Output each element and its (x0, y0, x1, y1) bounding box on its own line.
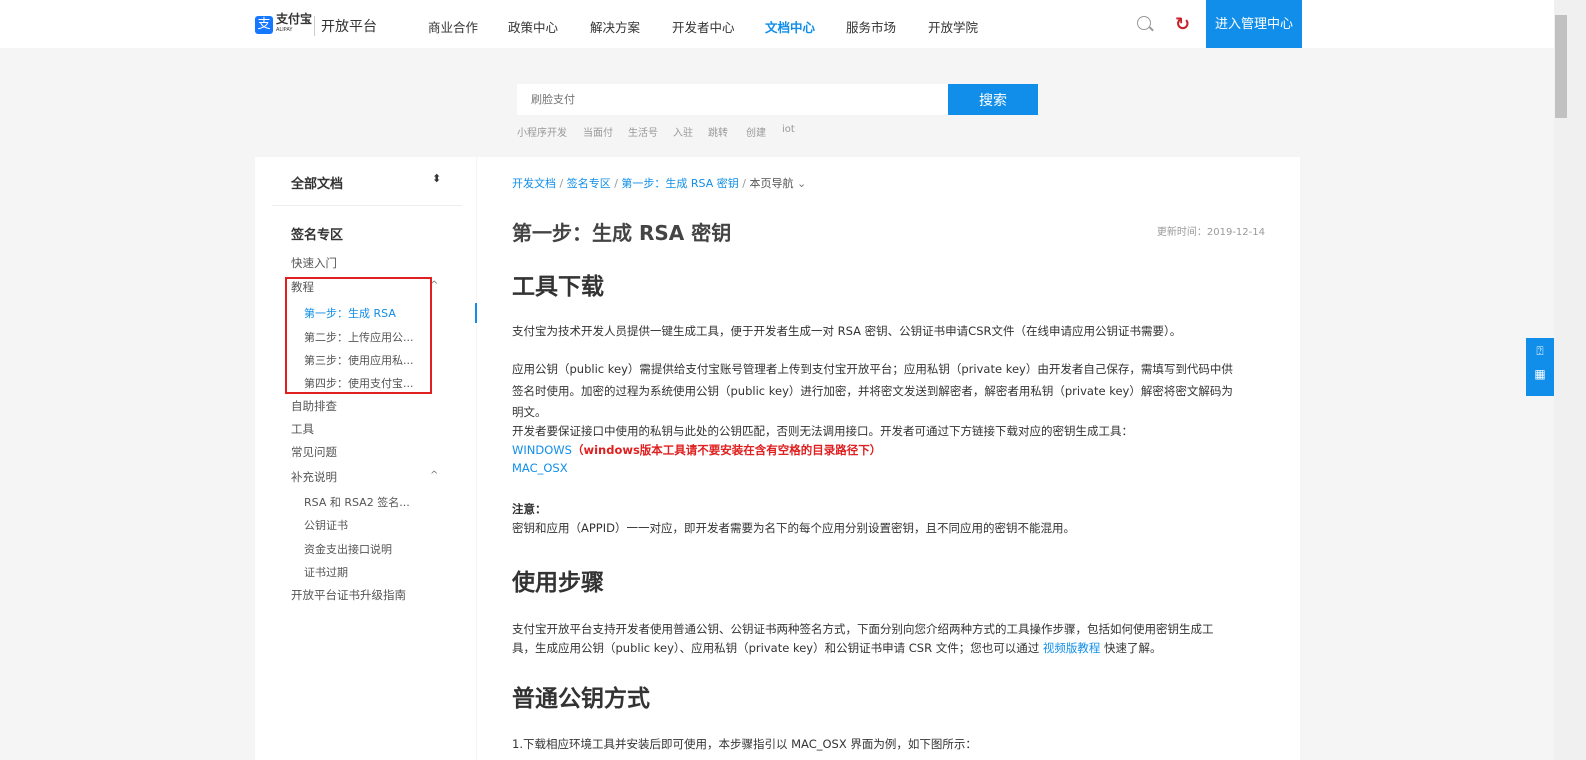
nav-developer[interactable]: 开发者中心 (672, 17, 735, 36)
sort-arrows-icon[interactable]: ⬍ (432, 172, 441, 185)
search-button[interactable]: 搜索 (948, 84, 1038, 115)
windows-download-link[interactable]: WINDOWS (512, 443, 572, 457)
note-text: 密钥和应用（APPID）一一对应，即开发者需要为名下的每个应用分别设置密钥，且不… (512, 521, 1075, 535)
sidebar-item-tools[interactable]: 工具 (291, 421, 314, 437)
sidebar-item-expire[interactable]: 证书过期 (304, 564, 348, 580)
sidebar-item-faq[interactable]: 常见问题 (291, 444, 337, 460)
alipay-logo-icon[interactable]: 支 (255, 16, 273, 34)
sidebar-item-supplement[interactable]: 补充说明 (291, 469, 337, 485)
sidebar-item-quickstart[interactable]: 快速入门 (291, 255, 337, 271)
search-tag[interactable]: 当面付 (583, 124, 613, 139)
breadcrumb-step1[interactable]: 第一步：生成 RSA 密钥 (621, 177, 738, 190)
mac-download-link[interactable]: MAC_OSX (512, 461, 568, 475)
paragraph: 具，生成应用公钥（public key）、应用私钥（private key）和公… (512, 641, 1043, 655)
paragraph: 开发者要保证接口中使用的私钥与此处的公钥匹配，否则无法调用接口。开发者可通过下方… (512, 424, 1133, 438)
highlight-box (285, 277, 432, 394)
nav-solutions[interactable]: 解决方案 (590, 17, 640, 36)
chevron-down-icon[interactable]: ⌄ (793, 177, 806, 190)
partner-logo-icon[interactable]: ↻ (1175, 16, 1195, 34)
step-text: 1.下载相应环境工具并安装后即可使用，本步骤指引以 MAC_OSX 界面为例，如… (512, 737, 977, 751)
floating-toolbar: ⍰ ▦ (1526, 338, 1554, 396)
feedback-icon[interactable]: ⍰ (1526, 344, 1554, 359)
search-tag[interactable]: 小程序开发 (517, 124, 567, 139)
paragraph: 支付宝为技术开发人员提供一键生成工具，便于开发者生成一对 RSA 密钥、公钥证书… (512, 324, 1182, 338)
sidebar (255, 157, 476, 760)
logo-sub: ALIPAY (276, 27, 293, 33)
chevron-up-icon[interactable]: ^ (430, 470, 438, 481)
page-title: 第一步：生成 RSA 密钥 (512, 221, 732, 245)
paragraph: 签名时使用。加密的过程为系统使用公钥（public key）进行加密，并将密文发… (512, 384, 1233, 398)
nav-policy[interactable]: 政策中心 (508, 17, 558, 36)
qrcode-icon[interactable]: ▦ (1526, 367, 1554, 381)
nav-academy[interactable]: 开放学院 (928, 17, 978, 36)
paragraph: 应用公钥（public key）需提供给支付宝账号管理者上传到支付宝开放平台；应… (512, 362, 1233, 376)
sidebar-item-troubleshoot[interactable]: 自助排查 (291, 398, 337, 414)
doc-selector[interactable]: 全部文档 (291, 173, 343, 192)
sidebar-item-fund[interactable]: 资金支出接口说明 (304, 541, 392, 557)
brand-name[interactable]: 开放平台 (314, 16, 377, 36)
search-icon[interactable] (1137, 16, 1151, 30)
sidebar-item-rsa2[interactable]: RSA 和 RSA2 签名... (304, 494, 410, 510)
divider (272, 205, 462, 206)
windows-note: （windows版本工具请不要安装在含有空格的目录路径下） (571, 443, 882, 457)
nav-market[interactable]: 服务市场 (846, 17, 896, 36)
heading-tools: 工具下载 (512, 274, 604, 300)
update-time: 更新时间：2019-12-14 (1156, 227, 1265, 238)
scrollbar-thumb[interactable] (1555, 15, 1567, 118)
section-title: 签名专区 (291, 228, 344, 243)
search-tag[interactable]: iot (782, 124, 795, 135)
nav-business[interactable]: 商业合作 (428, 17, 478, 36)
doc-content (477, 157, 1300, 760)
search-tag[interactable]: 生活号 (628, 124, 658, 139)
heading-steps: 使用步骤 (512, 570, 604, 596)
heading-normal-key: 普通公钥方式 (512, 686, 650, 712)
paragraph: 明文。 (512, 405, 547, 419)
search-input[interactable] (517, 84, 948, 115)
nav-docs[interactable]: 文档中心 (765, 17, 815, 36)
breadcrumb-docs[interactable]: 开发文档 (512, 177, 556, 190)
paragraph: 支付宝开放平台支持开发者使用普通公钥、公钥证书两种签名方式，下面分别向您介绍两种… (512, 622, 1214, 636)
enter-management-button[interactable]: 进入管理中心 (1206, 0, 1302, 48)
paragraph: 快速了解。 (1100, 641, 1162, 655)
search-tag[interactable]: 入驻 (673, 124, 693, 139)
active-indicator (475, 303, 477, 323)
note-title: 注意： (512, 502, 547, 516)
breadcrumb-sign[interactable]: 签名专区 (567, 177, 611, 190)
sidebar-item-upgrade[interactable]: 开放平台证书升级指南 (291, 587, 406, 603)
sidebar-item-cert[interactable]: 公钥证书 (304, 517, 348, 533)
video-tutorial-link[interactable]: 视频版教程 (1043, 641, 1101, 655)
logo-text[interactable]: 支付宝 (276, 13, 312, 25)
search-tag[interactable]: 跳转 (708, 124, 728, 139)
page-nav-dropdown[interactable]: 本页导航 (749, 177, 793, 190)
search-tag[interactable]: 创建 (746, 124, 766, 139)
breadcrumb: 开发文档 / 签名专区 / 第一步：生成 RSA 密钥 / 本页导航 ⌄ (512, 177, 807, 190)
